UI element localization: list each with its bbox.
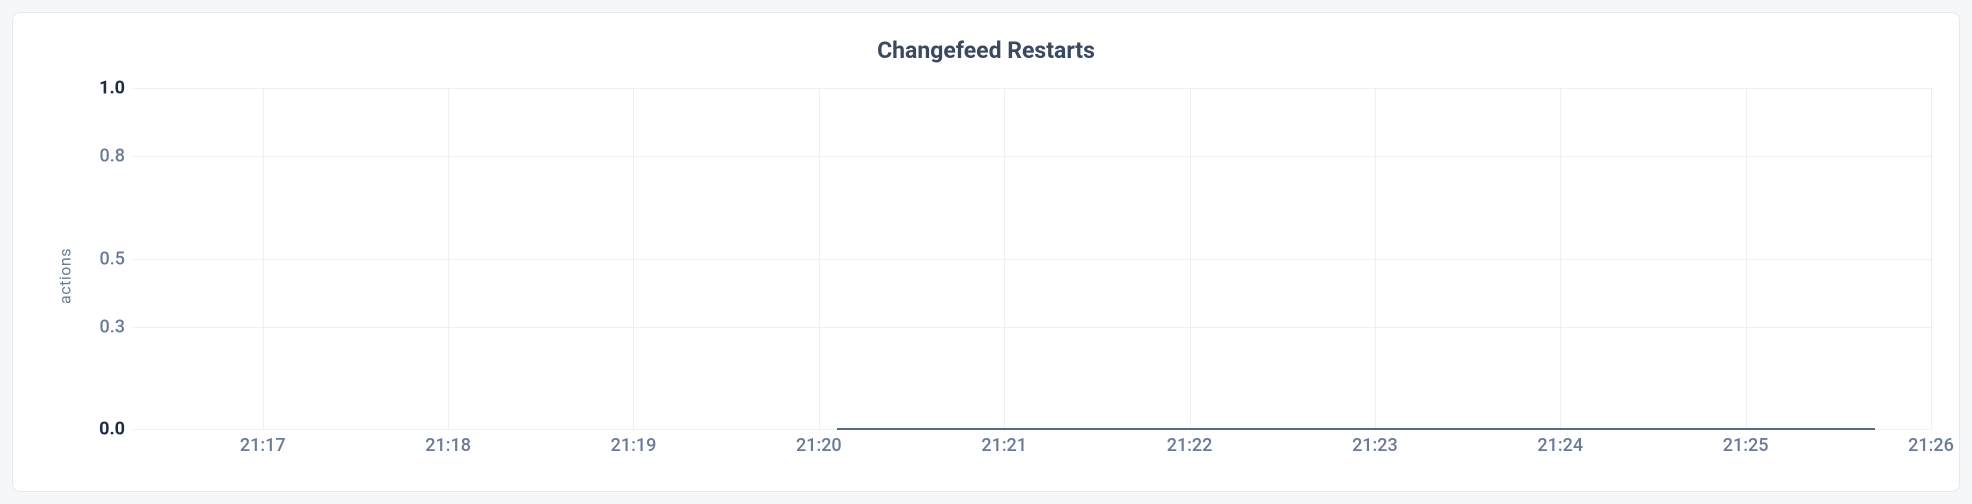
gridline-horizontal xyxy=(133,88,1931,89)
x-tick-label: 21:17 xyxy=(240,435,286,456)
y-tick-label: 1.0 xyxy=(99,78,125,99)
x-axis-ticks: 21:17 21:18 21:19 21:20 21:21 21:22 21:23 21:24… xyxy=(133,435,1931,459)
plot-area[interactable]: 21:1721:1821:1921:2021:2121:2221:2321:24… xyxy=(133,88,1931,429)
x-tick-label: 21:23 xyxy=(1352,435,1398,456)
gridline-vertical xyxy=(1190,88,1191,429)
chart-panel: Changefeed Restarts actions 1.00.80.50.3… xyxy=(12,12,1960,492)
y-tick-label: 0.0 xyxy=(99,419,125,440)
x-tick-label: 21:21 xyxy=(981,435,1027,456)
gridline-vertical xyxy=(448,88,449,429)
gridline-vertical xyxy=(819,88,820,429)
chart-title: Changefeed Restarts xyxy=(41,37,1931,64)
y-tick-label: 0.8 xyxy=(100,146,125,167)
x-tick-label: 21:19 xyxy=(611,435,657,456)
gridline-vertical xyxy=(1931,88,1932,429)
gridline-vertical xyxy=(1560,88,1561,429)
y-tick-label: 0.3 xyxy=(100,316,125,337)
series-line xyxy=(837,428,1875,430)
x-tick-label: 21:24 xyxy=(1537,435,1583,456)
gridline-horizontal xyxy=(133,327,1931,328)
x-tick-label: 21:25 xyxy=(1723,435,1769,456)
x-tick-label: 21:20 xyxy=(796,435,842,456)
gridline-vertical xyxy=(1004,88,1005,429)
gridline-vertical xyxy=(633,88,634,429)
y-tick-label: 0.5 xyxy=(100,248,125,269)
x-tick-label: 21:22 xyxy=(1167,435,1213,456)
gridline-horizontal xyxy=(133,156,1931,157)
x-tick-label: 21:26 xyxy=(1908,435,1954,456)
y-axis-ticks: 1.00.80.50.30.0 xyxy=(59,88,133,429)
x-tick-label: 21:18 xyxy=(425,435,471,456)
gridline-vertical xyxy=(1746,88,1747,429)
gridline-horizontal xyxy=(133,259,1931,260)
gridline-vertical xyxy=(1375,88,1376,429)
gridline-vertical xyxy=(263,88,264,429)
chart-body: actions 1.00.80.50.30.0 21:1721:1821:192… xyxy=(41,88,1931,463)
